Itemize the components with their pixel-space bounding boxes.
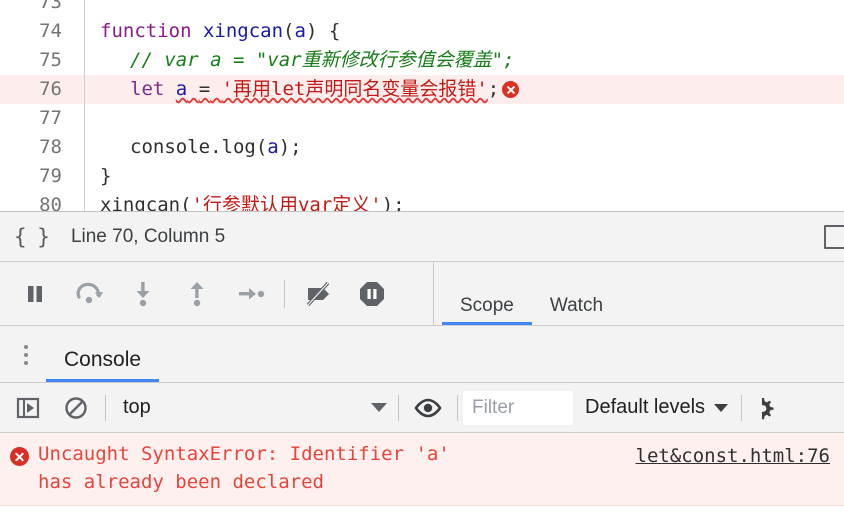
line-number[interactable]: 78 <box>0 133 78 162</box>
console-toolbar: top Default levels <box>0 383 844 433</box>
code-line-text: // var a = "var重新修改行参值会覆盖"; <box>78 46 844 75</box>
step-into-button[interactable] <box>116 272 170 316</box>
code-line[interactable]: 79} <box>0 162 844 191</box>
code-line[interactable]: 80xingcan('行参默认用var定义'); <box>0 191 844 212</box>
error-circle-icon <box>0 440 38 466</box>
line-number[interactable]: 80 <box>0 191 78 212</box>
deactivate-breakpoints-icon <box>303 280 333 308</box>
code-token <box>210 78 221 100</box>
step-icon <box>236 283 266 305</box>
code-line-text: } <box>78 162 844 191</box>
code-token: } <box>100 165 111 187</box>
step-over-icon <box>74 281 104 307</box>
live-expression-icon[interactable] <box>404 388 452 428</box>
error-source-link[interactable]: let&const.html:76 <box>636 442 830 470</box>
source-code-editor[interactable]: 7374function xingcan(a) {75// var a = "v… <box>0 0 844 212</box>
pause-icon <box>22 281 48 307</box>
code-token: a <box>267 136 278 158</box>
code-line-text: xingcan('行参默认用var定义'); <box>78 191 844 212</box>
chevron-down-icon <box>714 404 728 412</box>
code-token: ) { <box>306 20 340 42</box>
filter-input[interactable] <box>463 391 573 425</box>
code-token: console.log( <box>130 136 267 158</box>
line-number[interactable]: 76 <box>0 75 78 104</box>
resume-pause-button[interactable] <box>8 272 62 316</box>
code-line[interactable]: 75 // var a = "var重新修改行参值会覆盖"; <box>0 46 844 75</box>
code-line-text: let a = '再用let声明同名变量会报错'; <box>78 75 844 104</box>
pause-on-exceptions-icon <box>358 280 386 308</box>
cursor-position-label: Line 70, Column 5 <box>61 226 225 248</box>
line-number[interactable]: 74 <box>0 17 78 46</box>
toolbar-divider <box>741 395 742 421</box>
show-console-sidebar-icon[interactable] <box>4 388 52 428</box>
code-token: ); <box>279 136 302 158</box>
step-out-button[interactable] <box>170 272 224 316</box>
code-token: ( <box>283 20 294 42</box>
code-line-text: function xingcan(a) { <box>78 17 844 46</box>
line-number[interactable]: 79 <box>0 162 78 191</box>
code-token: a <box>294 20 305 42</box>
line-number[interactable]: 77 <box>0 104 78 133</box>
code-token: ; <box>488 78 499 100</box>
log-levels-selector[interactable]: Default levels <box>573 390 736 426</box>
pretty-print-icon[interactable]: { } <box>8 225 61 249</box>
inline-error-icon[interactable] <box>502 81 519 98</box>
editor-status-bar: { } Line 70, Column 5 <box>0 212 844 262</box>
execution-context-label: top <box>123 396 363 419</box>
code-line[interactable]: 73 <box>0 0 844 17</box>
tab-scope[interactable]: Scope <box>442 296 532 325</box>
code-token: '行参默认用var定义' <box>192 194 382 212</box>
log-levels-label: Default levels <box>585 396 705 419</box>
more-vertical-icon[interactable] <box>6 332 46 378</box>
code-token: = <box>199 78 210 100</box>
code-token: function <box>100 20 203 42</box>
toolbar-divider <box>284 280 285 308</box>
line-number[interactable]: 75 <box>0 46 78 75</box>
code-token: a <box>176 78 187 100</box>
debugger-side-tabs: Scope Watch <box>434 262 844 325</box>
code-line[interactable]: 78console.log(a); <box>0 133 844 162</box>
code-token: // var a = "var重新修改行参值会覆盖"; <box>130 49 514 71</box>
gutter-divider <box>84 0 85 211</box>
tab-watch[interactable]: Watch <box>532 296 621 325</box>
execution-context-selector[interactable]: top <box>111 390 393 426</box>
toolbar-divider <box>398 395 399 421</box>
console-error-message[interactable]: Uncaught SyntaxError: Identifier 'a' has… <box>0 433 844 506</box>
line-number[interactable]: 73 <box>0 0 78 17</box>
console-tab-bar: Console <box>0 326 844 383</box>
pause-on-exceptions-button[interactable] <box>345 272 399 316</box>
debugger-row: Scope Watch <box>0 262 844 326</box>
code-line-text: console.log(a); <box>78 133 844 162</box>
step-out-icon <box>186 280 208 308</box>
debugger-toolbar <box>0 262 434 325</box>
toolbar-divider <box>457 395 458 421</box>
tab-console[interactable]: Console <box>46 349 159 382</box>
code-lines-container: 7374function xingcan(a) {75// var a = "v… <box>0 0 844 212</box>
step-over-button[interactable] <box>62 272 116 316</box>
console-message-list[interactable]: Uncaught SyntaxError: Identifier 'a' has… <box>0 433 844 514</box>
code-token: xingcan( <box>100 194 192 212</box>
code-token <box>164 78 175 100</box>
clear-console-icon[interactable] <box>52 388 100 428</box>
code-token <box>187 78 198 100</box>
code-line[interactable]: 74function xingcan(a) { <box>0 17 844 46</box>
code-token: '再用let声明同名变量会报错' <box>222 78 488 100</box>
settings-gear-icon[interactable] <box>747 388 777 428</box>
edit-box-icon[interactable] <box>824 225 844 249</box>
step-into-icon <box>132 280 154 308</box>
deactivate-breakpoints-button[interactable] <box>291 272 345 316</box>
toolbar-divider <box>105 395 106 421</box>
code-token: let <box>130 78 164 100</box>
step-button[interactable] <box>224 272 278 316</box>
code-line[interactable]: 76let a = '再用let声明同名变量会报错'; <box>0 75 844 104</box>
chevron-down-icon <box>371 403 387 412</box>
code-token: ); <box>382 194 405 212</box>
devtools-window: 7374function xingcan(a) {75// var a = "v… <box>0 0 844 514</box>
code-token: xingcan <box>203 20 283 42</box>
code-line[interactable]: 77 <box>0 104 844 133</box>
